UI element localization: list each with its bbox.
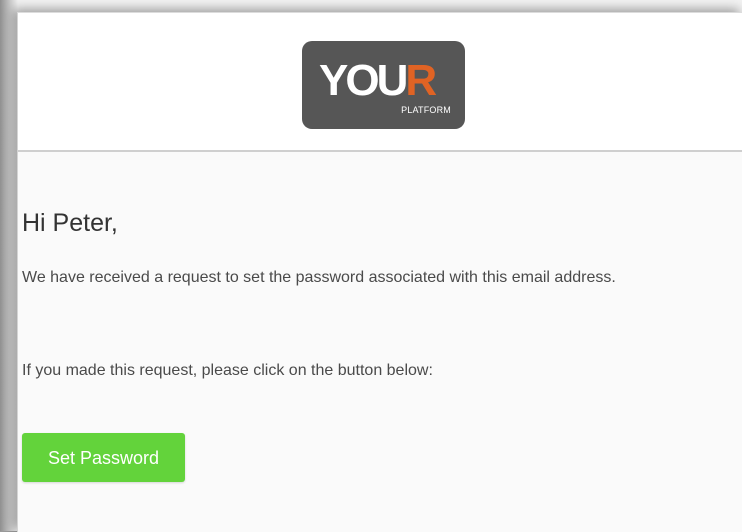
greeting: Hi Peter, [22, 209, 118, 237]
your-platform-logo: YOUR PLATFORM [302, 41, 465, 129]
logo-platform-text: PLATFORM [401, 105, 451, 115]
logo-wordmark: YOUR [319, 56, 437, 105]
email-body: Hi Peter, We have received a request to … [22, 208, 712, 379]
logo-you-text: YOU [319, 56, 408, 105]
button-instruction: If you made this request, please click o… [22, 362, 433, 379]
set-password-button[interactable]: Set Password [22, 433, 185, 482]
email-header: YOUR PLATFORM [18, 13, 742, 152]
password-request-message: We have received a request to set the pa… [22, 269, 616, 286]
logo-r-text: R [405, 56, 437, 105]
